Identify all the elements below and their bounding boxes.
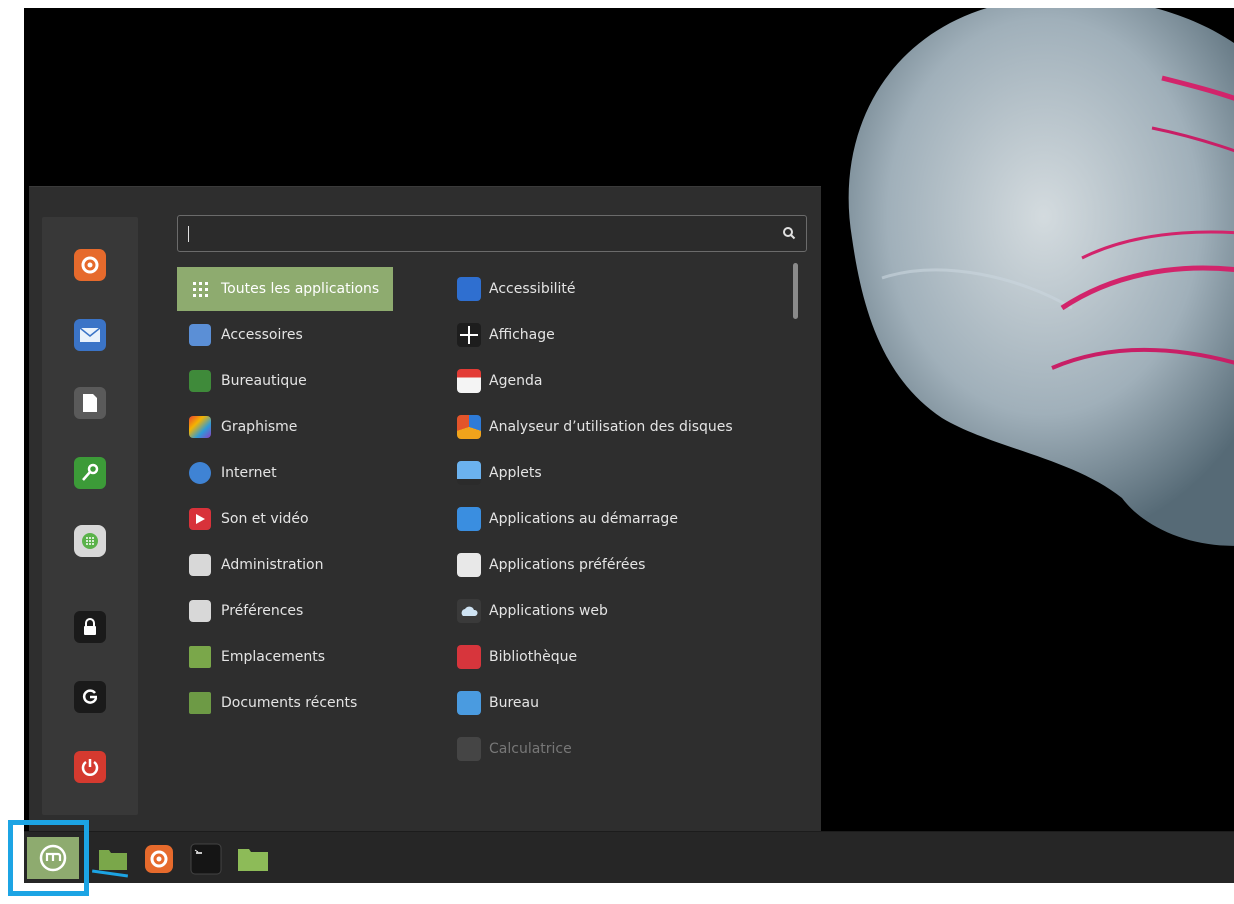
app-calculator[interactable]: Calculatrice <box>453 727 793 771</box>
category-label: Toutes les applications <box>221 281 380 297</box>
graphics-icon <box>189 416 211 438</box>
logout-icon[interactable] <box>74 681 106 713</box>
search-input[interactable] <box>186 222 770 246</box>
category-label: Son et vidéo <box>221 511 309 527</box>
category-accessories[interactable]: Accessoires <box>177 313 393 357</box>
grid-icon <box>189 278 211 300</box>
category-administration[interactable]: Administration <box>177 543 393 587</box>
category-preferences[interactable]: Préférences <box>177 589 393 633</box>
category-label: Accessoires <box>221 327 303 343</box>
terminal-icon[interactable] <box>188 842 224 876</box>
mail-icon[interactable] <box>74 319 106 351</box>
category-label: Bureautique <box>221 373 307 389</box>
app-accessibility[interactable]: Accessibilité <box>453 267 793 311</box>
app-applets[interactable]: Applets <box>453 451 793 495</box>
recent-folder-icon <box>189 692 211 714</box>
folder-icon <box>189 646 211 668</box>
category-label: Préférences <box>221 603 304 619</box>
app-label: Accessibilité <box>489 281 576 297</box>
highlight-box <box>8 820 89 896</box>
disk-usage-icon <box>457 415 481 439</box>
category-sound-video[interactable]: Son et vidéo <box>177 497 393 541</box>
web-apps-icon <box>457 599 481 623</box>
category-recent-documents[interactable]: Documents récents <box>177 681 393 725</box>
app-label: Applets <box>489 465 542 481</box>
app-disk-usage[interactable]: Analyseur d’utilisation des disques <box>453 405 793 449</box>
admin-icon <box>189 554 211 576</box>
app-label: Analyseur d’utilisation des disques <box>489 419 733 435</box>
category-label: Administration <box>221 557 324 573</box>
lock-icon[interactable] <box>74 611 106 643</box>
app-desktop[interactable]: Bureau <box>453 681 793 725</box>
app-label: Applications préférées <box>489 557 646 573</box>
folder-icon[interactable] <box>236 842 270 876</box>
library-icon <box>457 645 481 669</box>
category-label: Documents récents <box>221 695 358 711</box>
search-icon[interactable] <box>782 226 796 240</box>
software-manager-icon[interactable] <box>74 525 106 557</box>
app-label: Agenda <box>489 373 543 389</box>
app-startup-applications[interactable]: Applications au démarrage <box>453 497 793 541</box>
app-library[interactable]: Bibliothèque <box>453 635 793 679</box>
app-calendar[interactable]: Agenda <box>453 359 793 403</box>
play-icon <box>189 508 211 530</box>
app-label: Affichage <box>489 327 555 343</box>
category-all-applications[interactable]: Toutes les applications <box>177 267 393 311</box>
app-web-applications[interactable]: Applications web <box>453 589 793 633</box>
scrollbar-thumb[interactable] <box>793 263 798 319</box>
search-field[interactable] <box>177 215 807 252</box>
category-label: Emplacements <box>221 649 326 665</box>
preferences-icon <box>189 600 211 622</box>
category-internet[interactable]: Internet <box>177 451 393 495</box>
category-places[interactable]: Emplacements <box>177 635 393 679</box>
app-label: Bibliothèque <box>489 649 578 665</box>
category-label: Graphisme <box>221 419 298 435</box>
power-icon[interactable] <box>74 751 106 783</box>
calendar-icon <box>457 369 481 393</box>
startup-apps-icon <box>457 507 481 531</box>
app-label: Bureau <box>489 695 539 711</box>
app-preferred-applications[interactable]: Applications préférées <box>453 543 793 587</box>
app-label: Applications au démarrage <box>489 511 678 527</box>
favorites-sidebar <box>42 217 138 815</box>
office-icon <box>189 370 211 392</box>
app-display[interactable]: Affichage <box>453 313 793 357</box>
bottom-panel <box>24 831 1234 883</box>
firefox-icon[interactable] <box>142 842 176 876</box>
category-graphics[interactable]: Graphisme <box>177 405 393 449</box>
applets-icon <box>457 461 481 485</box>
document-icon[interactable] <box>74 387 106 419</box>
category-label: Internet <box>221 465 277 481</box>
password-key-icon[interactable] <box>74 457 106 489</box>
wallpaper-jellyfish <box>848 8 1234 546</box>
scissors-icon <box>189 324 211 346</box>
firefox-icon[interactable] <box>74 249 106 281</box>
category-office[interactable]: Bureautique <box>177 359 393 403</box>
desktop: Toutes les applications Accessoires Bure… <box>24 8 1234 883</box>
application-menu: Toutes les applications Accessoires Bure… <box>29 186 821 839</box>
accessibility-icon <box>457 277 481 301</box>
app-label: Applications web <box>489 603 608 619</box>
desktop-icon <box>457 691 481 715</box>
display-icon <box>457 323 481 347</box>
app-label: Calculatrice <box>489 741 572 757</box>
calculator-icon <box>457 737 481 761</box>
cloud-icon <box>189 462 211 484</box>
preferred-apps-icon <box>457 553 481 577</box>
